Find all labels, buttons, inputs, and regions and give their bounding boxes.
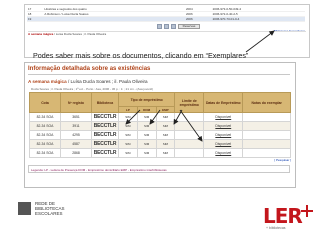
status-link[interactable]: Disponível <box>203 121 244 131</box>
rede-line: ESCOLARES <box>35 211 63 216</box>
plus-icon <box>301 205 313 217</box>
limite-cell <box>174 130 205 140</box>
registo-cell: 4295 <box>60 130 92 140</box>
rede-logo-mark <box>18 202 31 215</box>
record-title[interactable]: A semana mágica <box>28 32 53 36</box>
col-biblioteca: Biblioteca <box>91 92 119 113</box>
notas-cell <box>242 148 291 158</box>
biblioteca-cell: BECCTLR <box>91 121 119 131</box>
dom-cell: SIM <box>136 121 157 131</box>
emp-cell: SIM <box>155 148 176 158</box>
notas-cell <box>242 112 291 122</box>
print-icon[interactable] <box>164 24 169 29</box>
emp-cell: SIM <box>155 112 176 122</box>
biblioteca-cell: BECCTLR <box>91 148 119 158</box>
lp-cell: SIM <box>118 112 138 122</box>
ler-logo-text: LER <box>263 204 303 228</box>
row-number: 19 <box>27 16 44 22</box>
registo-cell: 4587 <box>60 139 92 149</box>
status-link[interactable]: Disponível <box>203 139 244 149</box>
catalog-results-screen: 17 Histórias e segredos dos quatro 2004 … <box>24 4 310 58</box>
divider <box>28 74 290 75</box>
panel-title: Informação detalhada sobre as existência… <box>28 66 151 72</box>
notas-cell <box>242 139 291 149</box>
table-header: Cota Nº registo Biblioteca Tipo de empré… <box>29 92 291 113</box>
search-link[interactable]: [ Pesquisar ] <box>274 158 291 162</box>
status-link[interactable]: Disponível <box>203 148 244 158</box>
biblioteca-cell: BECCTLR <box>91 130 119 140</box>
notas-cell <box>242 130 291 140</box>
col-registo: Nº registo <box>60 92 92 113</box>
reservations-button[interactable]: Reservas <box>178 24 200 29</box>
col-cota: Cota <box>29 92 61 113</box>
rede-logo-text: REDE DE BIBLIOTECAS ESCOLARES <box>35 201 65 216</box>
dom-cell: SIM <box>136 139 157 149</box>
mail-icon[interactable] <box>171 24 176 29</box>
record-author: / Luísa Ducla Soares ; il. Paula Oliveir… <box>67 79 148 84</box>
col-datas: Datas de Empréstimo <box>203 92 244 113</box>
cota-cell: 82-34 SOA <box>29 130 61 140</box>
toolbar: Reservas <box>157 24 207 29</box>
registo-cell: 3911 <box>60 121 92 131</box>
col-notas: Notas do exemplar <box>242 92 291 113</box>
notas-cell <box>242 121 291 131</box>
dom-cell: SIM <box>136 130 157 140</box>
record-summary: A semana mágica / Luísa Ducla Soares ; i… <box>28 31 306 37</box>
record-meta: Ducla Soares ; il. Paula Oliveira ; 1ª e… <box>31 87 153 91</box>
table-row: 82-34 SOA 4295 BECCTLR SIM SIM SIM Dispo… <box>29 130 291 140</box>
status-link[interactable]: Disponível <box>203 130 244 140</box>
instruction-text: Podes saber mais sobre os documentos, cl… <box>33 51 249 60</box>
row-year: 2006 <box>184 16 212 22</box>
cota-cell: 82-34 SOA <box>29 112 61 122</box>
registo-cell: 3651 <box>60 112 92 122</box>
row-title[interactable] <box>43 16 185 22</box>
legend-box: Legenda: LP - Leitura de Presença DOM - … <box>28 165 290 173</box>
cota-cell: 82-34 SOA <box>29 121 61 131</box>
save-icon[interactable] <box>157 24 162 29</box>
emp-cell: SIM <box>155 130 176 140</box>
table-row: 82-34 SOA 3651 BECCTLR SIM SIM SIM Dispo… <box>29 112 291 122</box>
limite-cell <box>174 121 205 131</box>
registo-cell: 2868 <box>60 148 92 158</box>
record-heading: A semana mágica / Luísa Ducla Soares ; i… <box>28 79 148 84</box>
lp-cell: SIM <box>118 130 138 140</box>
lp-cell: SIM <box>118 148 138 158</box>
results-table: 17 Histórias e segredos dos quatro 2004 … <box>27 7 305 22</box>
lp-cell: SIM <box>118 121 138 131</box>
limite-cell <box>174 112 205 122</box>
rede-bibliotecas-logo: REDE DE BIBLIOTECAS ESCOLARES <box>18 201 73 235</box>
limite-cell <box>174 139 205 149</box>
biblioteca-cell: BECCTLR <box>91 112 119 122</box>
row-isbn: 2006-970-73-01-0-4 <box>211 16 305 22</box>
cota-cell: 82-34 SOA <box>29 148 61 158</box>
dom-cell: SIM <box>136 112 157 122</box>
table-row[interactable]: 19 2006 2006-970-73-01-0-4 <box>27 16 305 22</box>
emp-cell: SIM <box>155 139 176 149</box>
col-limite: Limite de empréstimo <box>174 92 205 113</box>
biblioteca-cell: BECCTLR <box>91 139 119 149</box>
table-row: 82-34 SOA 3911 BECCTLR SIM SIM SIM Dispo… <box>29 121 291 131</box>
emp-cell: SIM <box>155 121 176 131</box>
record-author: / Luísa Ducla Soares ; il. Paula Oliveir… <box>54 32 107 36</box>
holdings-table: Cota Nº registo Biblioteca Tipo de empré… <box>29 92 291 158</box>
col-tipo: Tipo de empréstimo <box>117 92 176 107</box>
holdings-panel: Informação detalhada sobre as existência… <box>24 62 296 188</box>
lp-cell: SIM <box>118 139 138 149</box>
dom-cell: SIM <box>136 148 157 158</box>
table-row: 82-34 SOA 4587 BECCTLR SIM SIM SIM Dispo… <box>29 139 291 149</box>
record-title: A semana mágica <box>28 79 67 84</box>
ler-logo: LER + bibliotecas <box>261 204 313 236</box>
limite-cell <box>174 148 205 158</box>
status-link[interactable]: Disponível <box>203 112 244 122</box>
ler-logo-subtitle: + bibliotecas <box>266 226 286 230</box>
cota-cell: 82-34 SOA <box>29 139 61 149</box>
table-row: 82-34 SOA 2868 BECCTLR SIM SIM SIM Dispo… <box>29 148 291 158</box>
